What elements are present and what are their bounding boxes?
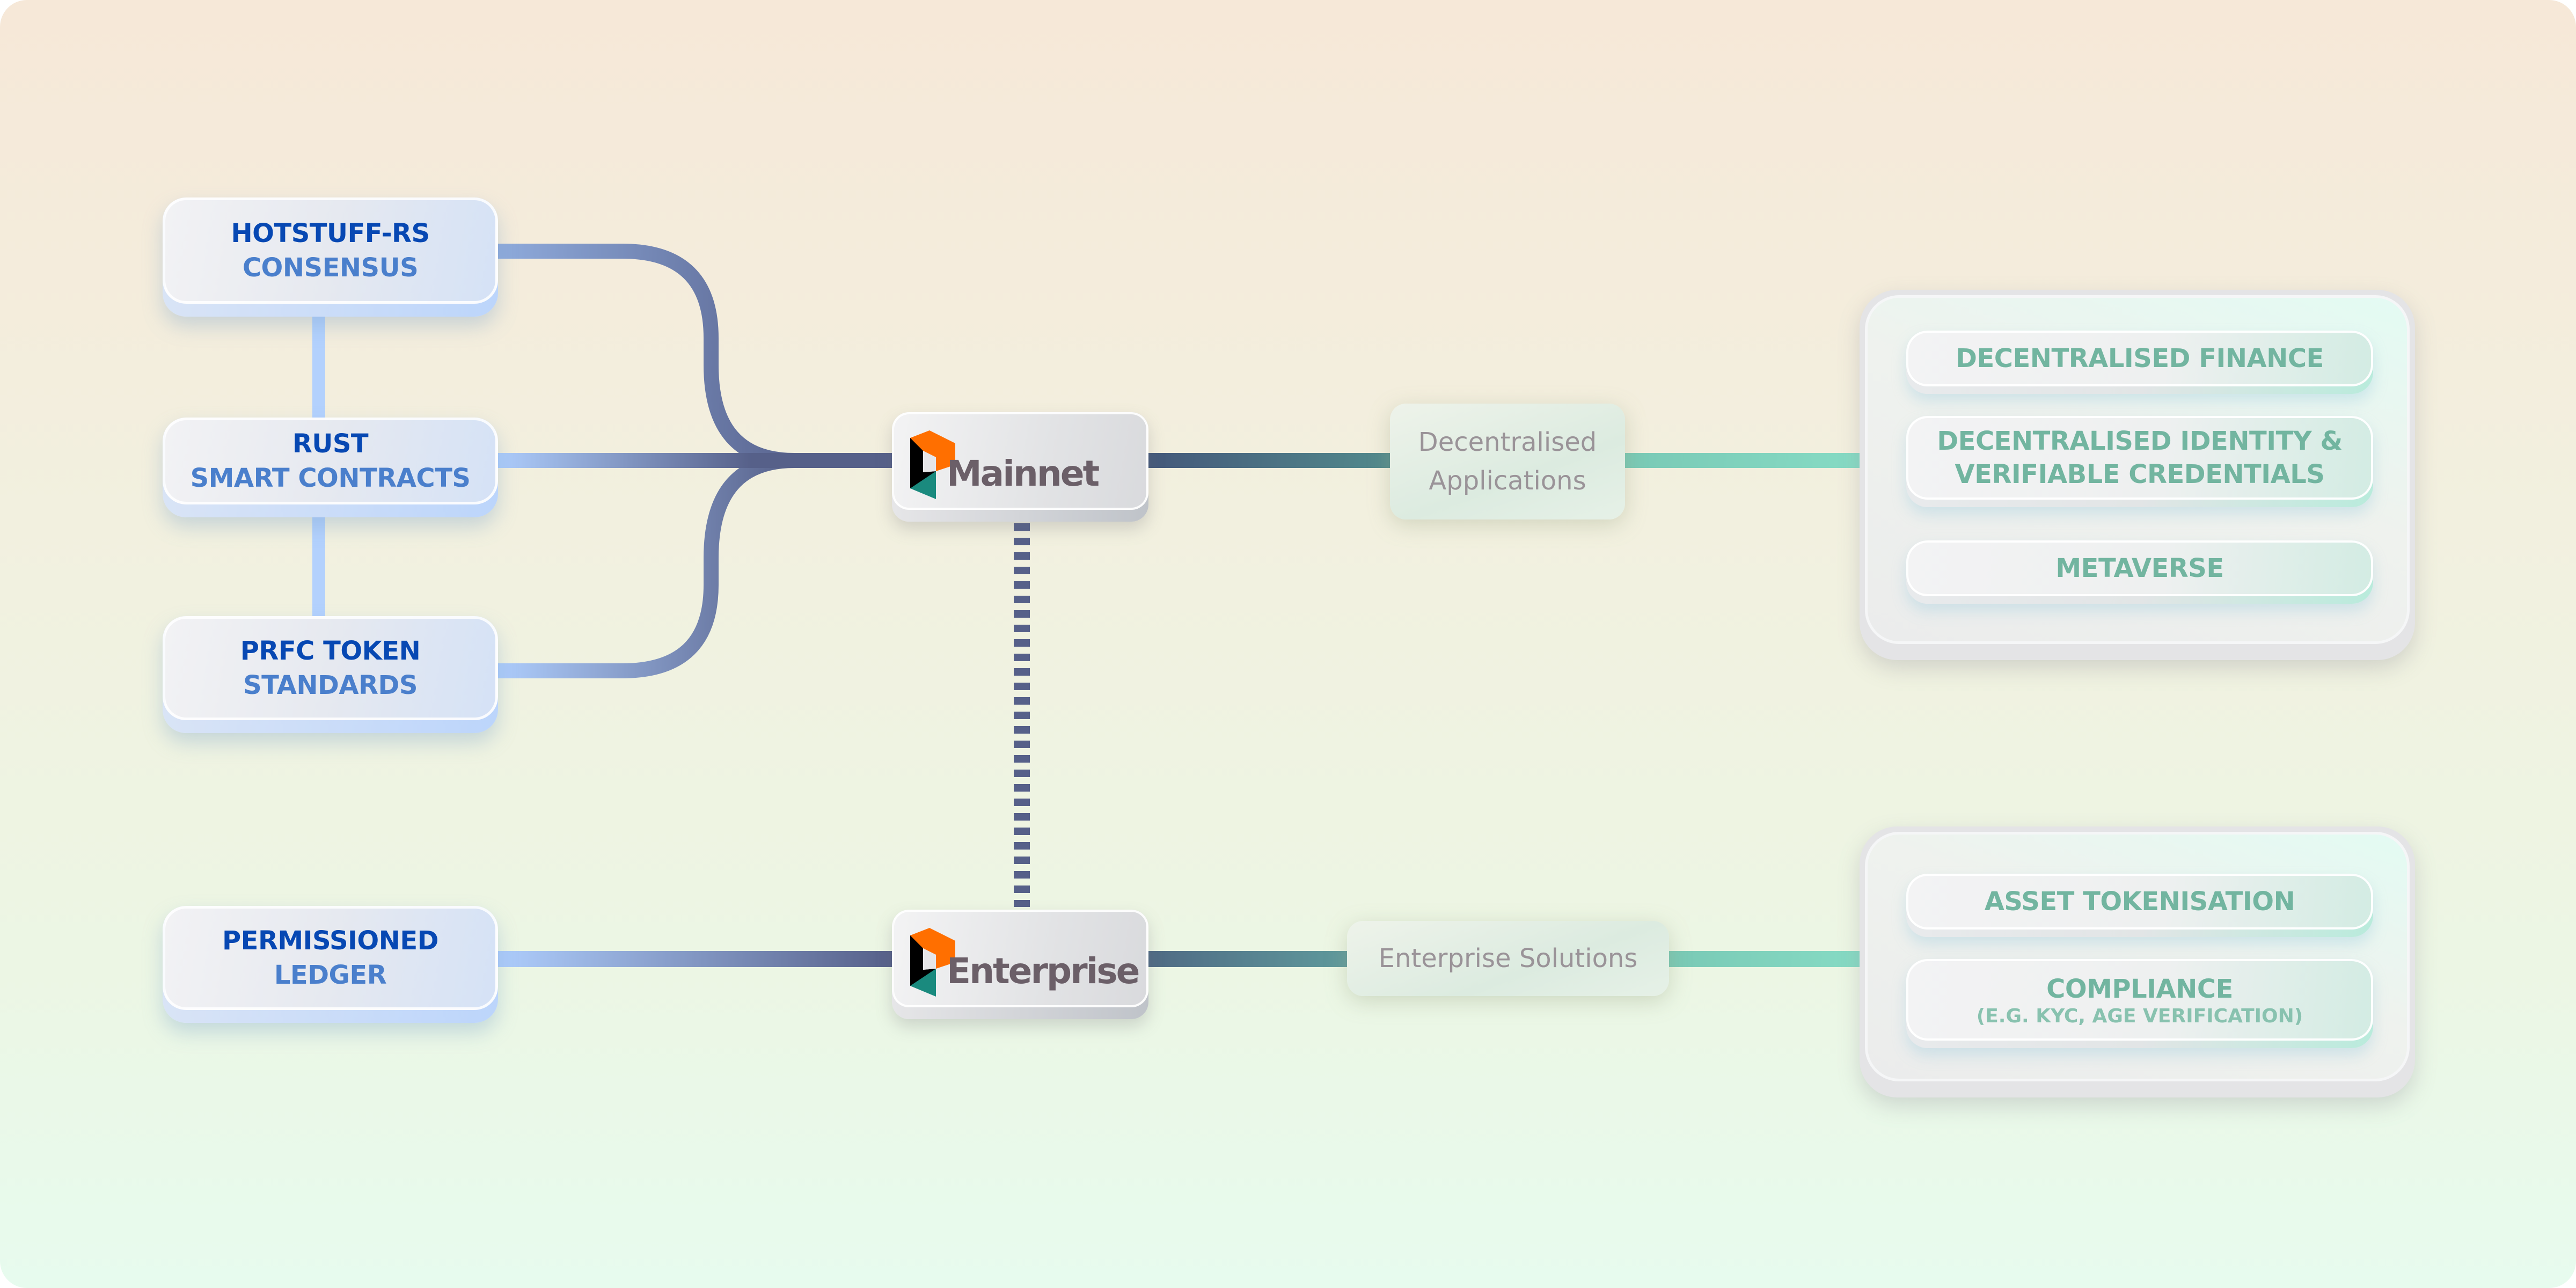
usecase-pill-metaverse: METAVERSE	[1906, 540, 2373, 604]
usecase-panel-mainnet: DECENTRALISED FINANCE DECENTRALISED IDEN…	[1860, 290, 2415, 660]
feature-box-rust: RUST SMART CONTRACTS	[163, 418, 498, 517]
wire-junction-to-mainnet	[751, 453, 894, 468]
wire-solutions-to-usecases	[1668, 951, 1860, 967]
feature-title: PRFC TOKEN	[240, 636, 421, 666]
usecase-pill-face: METAVERSE	[1906, 540, 2373, 596]
wire-hotstuff-to-mainnet	[498, 244, 795, 468]
feature-box-permissioned: PERMISSIONED LEDGER	[163, 906, 498, 1023]
feature-link-2-3	[312, 514, 325, 618]
network-box-mainnet: Mainnet	[892, 412, 1148, 522]
usecase-subtitle: (E.G. KYC, AGE VERIFICATION)	[1976, 1005, 2303, 1027]
feature-box-face: RUST SMART CONTRACTS	[163, 418, 498, 504]
category-label: Enterprise Solutions	[1378, 943, 1638, 974]
feature-subtitle: LEDGER	[274, 960, 387, 990]
feature-box-face: PRFC TOKEN STANDARDS	[163, 616, 498, 720]
usecase-title: DECENTRALISED FINANCE	[1956, 343, 2324, 374]
network-box-face: Mainnet	[892, 412, 1148, 510]
usecase-title-line2: VERIFIABLE CREDENTIALS	[1955, 459, 2325, 489]
usecase-pill-asset-tokenisation: ASSET TOKENISATION	[1906, 874, 2373, 937]
feature-box-face: HOTSTUFF-RS CONSENSUS	[163, 197, 498, 304]
feature-title: HOTSTUFF-RS	[231, 218, 430, 248]
usecase-pill-identity: DECENTRALISED IDENTITY & VERIFIABLE CRED…	[1906, 416, 2373, 507]
feature-title: RUST	[292, 429, 369, 459]
network-box-face: Enterprise	[892, 910, 1148, 1007]
feature-subtitle: CONSENSUS	[242, 253, 419, 283]
feature-subtitle: STANDARDS	[243, 670, 418, 700]
usecase-pill-face: DECENTRALISED FINANCE	[1906, 331, 2373, 386]
feature-box-hotstuff: HOTSTUFF-RS CONSENSUS	[163, 197, 498, 317]
usecase-pill-face: COMPLIANCE (E.G. KYC, AGE VERIFICATION)	[1906, 959, 2373, 1041]
feature-link-1-2	[312, 316, 325, 420]
usecase-pill-face: ASSET TOKENISATION	[1906, 874, 2373, 930]
diagram-canvas: HOTSTUFF-RS CONSENSUS RUST SMART CONTRAC…	[0, 0, 2576, 1288]
wire-mainnet-to-dapps	[1148, 453, 1391, 468]
network-name: Enterprise	[947, 950, 1140, 992]
category-label-line1: Decentralised	[1418, 427, 1597, 457]
wire-rust-to-mainnet	[498, 453, 756, 468]
usecase-title: ASSET TOKENISATION	[1984, 887, 2295, 917]
network-name: Mainnet	[947, 453, 1100, 494]
wire-enterprise-to-solutions	[1148, 951, 1348, 967]
usecase-title: DECENTRALISED IDENTITY &	[1937, 426, 2343, 456]
network-box-enterprise: Enterprise	[892, 910, 1148, 1019]
feature-subtitle: SMART CONTRACTS	[190, 463, 471, 493]
usecase-title: COMPLIANCE	[2046, 974, 2233, 1004]
category-label-line2: Applications	[1429, 466, 1586, 496]
category-box-dapps: Decentralised Applications	[1390, 404, 1625, 519]
wire-permissioned-to-enterprise	[498, 951, 893, 967]
category-box-enterprise-solutions: Enterprise Solutions	[1347, 921, 1669, 996]
usecase-pill-compliance: COMPLIANCE (E.G. KYC, AGE VERIFICATION)	[1906, 959, 2373, 1048]
usecase-pill-defi: DECENTRALISED FINANCE	[1906, 331, 2373, 394]
feature-box-face: PERMISSIONED LEDGER	[163, 906, 498, 1010]
usecase-panel-enterprise: ASSET TOKENISATION COMPLIANCE (E.G. KYC,…	[1860, 826, 2415, 1097]
usecase-pill-face: DECENTRALISED IDENTITY & VERIFIABLE CRED…	[1906, 416, 2373, 500]
feature-box-prfc: PRFC TOKEN STANDARDS	[163, 616, 498, 733]
feature-title: PERMISSIONED	[222, 926, 439, 956]
wire-prfc-to-mainnet	[498, 453, 795, 678]
usecase-title: METAVERSE	[2055, 553, 2224, 583]
wire-dapps-to-usecases	[1624, 453, 1860, 468]
